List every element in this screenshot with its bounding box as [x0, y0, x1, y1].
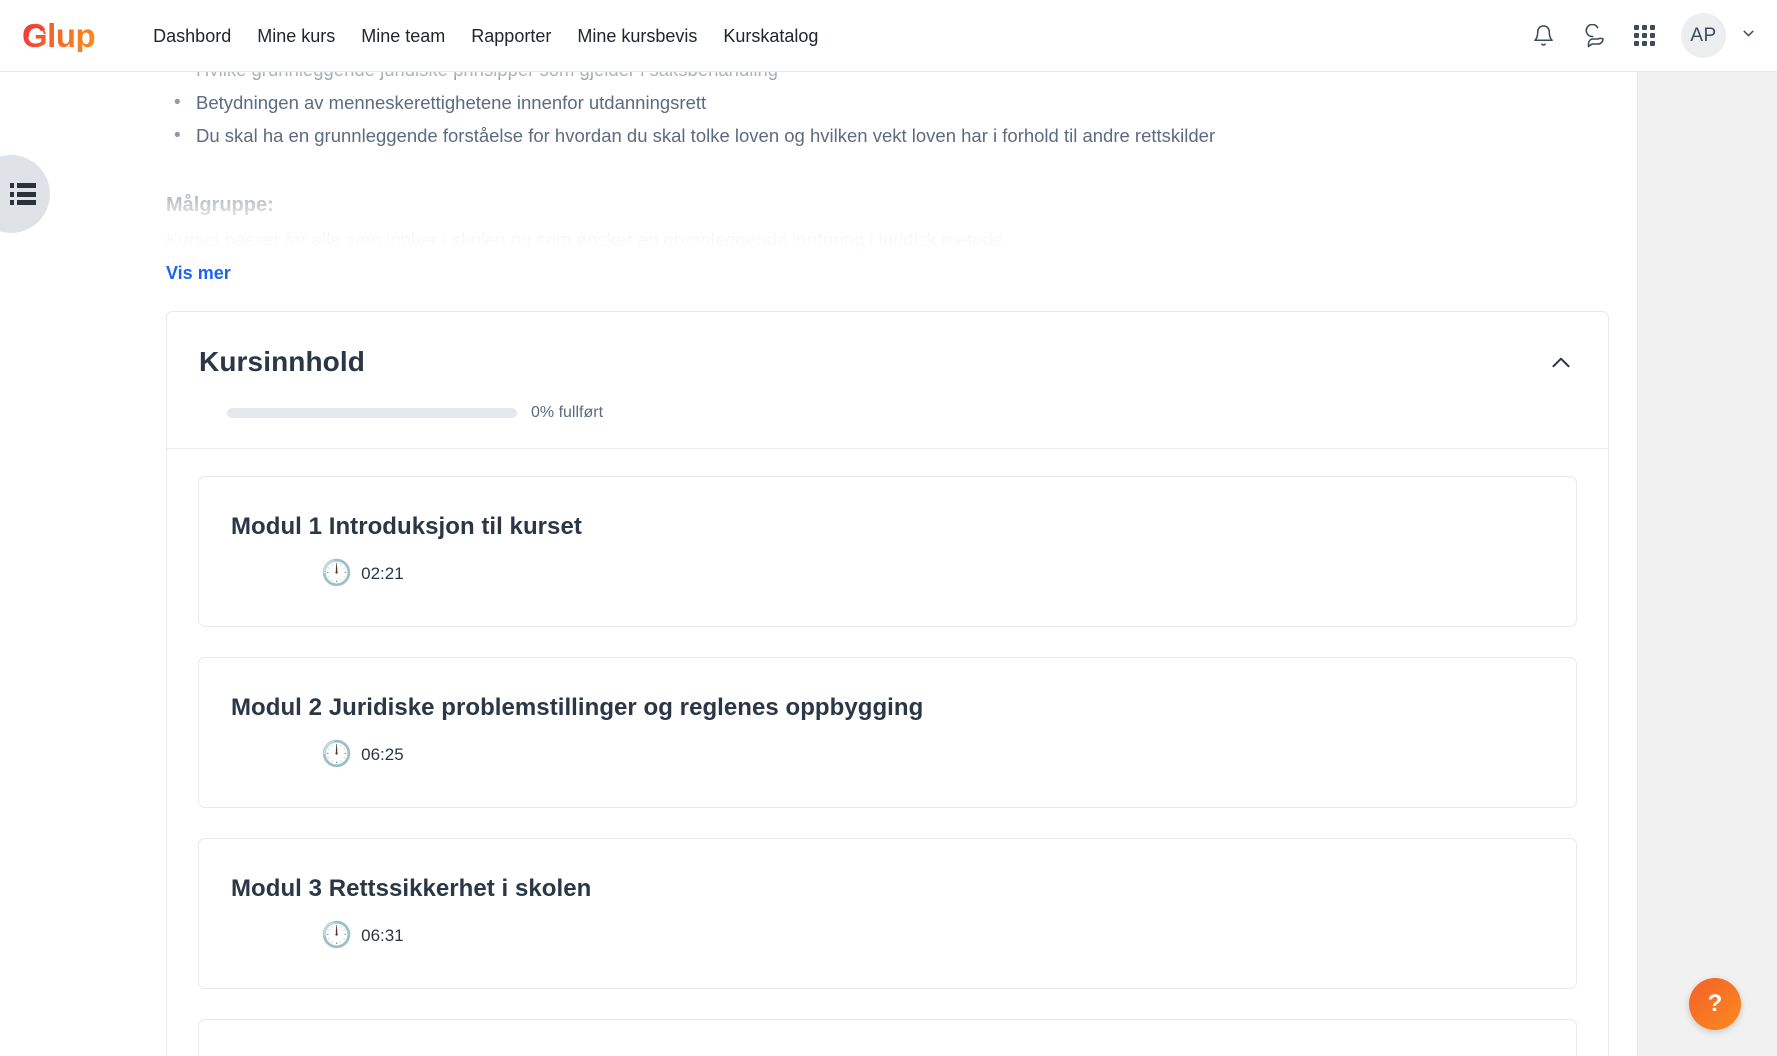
- grid-dot: [1650, 33, 1655, 38]
- main-nav: Dashbord Mine kurs Mine team Rapporter M…: [153, 27, 818, 45]
- clock-icon: 🕛: [321, 921, 353, 949]
- list-item: Du skal ha en grunnleggende forståelse f…: [166, 119, 1611, 152]
- nav-item-mine-kurs[interactable]: Mine kurs: [257, 27, 335, 45]
- module-duration: 02:21: [361, 563, 404, 583]
- apps-grid-icon[interactable]: [1634, 25, 1655, 46]
- list-item: Betydningen av menneskerettighetene inne…: [166, 86, 1611, 119]
- grid-dot: [1642, 33, 1647, 38]
- course-content-header: Kursinnhold 0% fullført: [167, 312, 1608, 449]
- target-group-title: Målgruppe:: [166, 194, 274, 216]
- module-duration-row: 🕛 06:31: [231, 923, 1544, 948]
- top-header: Glup Dashbord Mine kurs Mine team Rappor…: [0, 0, 1777, 72]
- nav-item-mine-team[interactable]: Mine team: [361, 27, 445, 45]
- help-button[interactable]: ?: [1689, 978, 1741, 1030]
- progress-bar: [227, 408, 517, 418]
- module-duration: 06:25: [361, 744, 404, 764]
- module-title: Modul 3 Rettssikkerhet i skolen: [231, 875, 592, 902]
- clock-icon: 🕛: [321, 740, 353, 768]
- grid-dot: [1634, 41, 1639, 46]
- grid-dot: [1634, 25, 1639, 30]
- module-title: Modul 1 Introduksjon til kurset: [231, 513, 582, 540]
- header-actions: AP: [1530, 13, 1757, 58]
- target-group-text: Kurset passer for alle som jobber i skol…: [166, 229, 1004, 250]
- chevron-down-icon[interactable]: [1740, 25, 1757, 46]
- list-menu-icon: [10, 183, 36, 205]
- bell-icon[interactable]: [1530, 23, 1556, 49]
- chevron-up-icon[interactable]: [1548, 350, 1574, 376]
- module-duration-row: 🕛 02:21: [231, 561, 1544, 586]
- chat-icon[interactable]: [1582, 23, 1608, 49]
- list-item: Hvilke grunnleggende juridiske prinsippe…: [166, 72, 1611, 86]
- module-card-3[interactable]: Modul 3 Rettssikkerhet i skolen 🕛 06:31: [198, 838, 1577, 989]
- page-title: Kursinnhold: [199, 346, 365, 377]
- grid-dot: [1650, 25, 1655, 30]
- module-title: Modul 2 Juridiske problemstillinger og r…: [231, 694, 924, 721]
- grid-dot: [1642, 41, 1647, 46]
- app-logo[interactable]: Glup: [22, 19, 96, 52]
- course-description: Hvilke grunnleggende juridiske prinsippe…: [166, 72, 1611, 257]
- page-area: Hvilke grunnleggende juridiske prinsippe…: [0, 72, 1777, 1056]
- grid-dot: [1650, 41, 1655, 46]
- nav-item-mine-kursbevis[interactable]: Mine kursbevis: [577, 27, 697, 45]
- clock-icon: 🕛: [321, 559, 353, 587]
- grid-dot: [1634, 33, 1639, 38]
- nav-item-dashbord[interactable]: Dashbord: [153, 27, 231, 45]
- module-card-1[interactable]: Modul 1 Introduksjon til kurset 🕛 02:21: [198, 476, 1577, 627]
- module-list: Modul 1 Introduksjon til kurset 🕛 02:21 …: [167, 449, 1608, 1056]
- module-duration: 06:31: [361, 925, 404, 945]
- grid-dot: [1642, 25, 1647, 30]
- content-inner: Hvilke grunnleggende juridiske prinsippe…: [166, 72, 1611, 1056]
- nav-item-kurskatalog[interactable]: Kurskatalog: [723, 27, 818, 45]
- avatar[interactable]: AP: [1681, 13, 1726, 58]
- show-more-link[interactable]: Vis mer: [166, 263, 231, 284]
- content-container: Hvilke grunnleggende juridiske prinsippe…: [0, 72, 1638, 1056]
- nav-item-rapporter[interactable]: Rapporter: [471, 27, 551, 45]
- course-content-panel: Kursinnhold 0% fullført Modul 1 Introduk…: [166, 311, 1609, 1056]
- progress-row: 0% fullført: [199, 404, 1576, 422]
- module-card-2[interactable]: Modul 2 Juridiske problemstillinger og r…: [198, 657, 1577, 808]
- module-card-4[interactable]: [198, 1019, 1577, 1056]
- module-duration-row: 🕛 06:25: [231, 742, 1544, 767]
- learning-outcomes-list: Hvilke grunnleggende juridiske prinsippe…: [166, 72, 1611, 152]
- progress-label: 0% fullført: [531, 404, 604, 421]
